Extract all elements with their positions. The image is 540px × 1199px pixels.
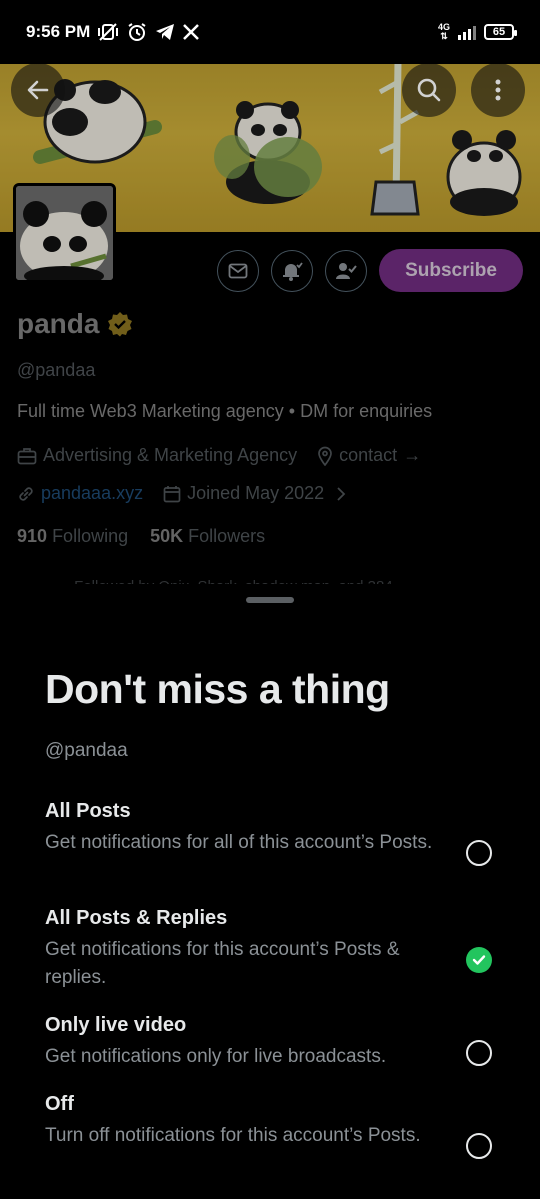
location-pin-icon — [318, 446, 332, 466]
more-vertical-icon — [495, 79, 501, 101]
radio-unchecked[interactable] — [466, 840, 492, 866]
option-all-posts[interactable]: All Posts Get notifications for all of t… — [45, 800, 505, 866]
verified-badge-icon — [108, 312, 133, 337]
profile-page: Subscribe panda @pandaa Full time Web3 M… — [0, 52, 540, 652]
signal-icon — [458, 25, 476, 40]
profile-location: contact — [339, 445, 398, 465]
search-icon — [417, 78, 441, 102]
envelope-icon — [228, 263, 248, 279]
arrow-left-icon — [27, 80, 49, 100]
following-count: 910 — [17, 526, 48, 546]
sheet-title: Don't miss a thing — [45, 666, 390, 712]
bell-check-icon — [283, 262, 303, 281]
option-all-posts-replies[interactable]: All Posts & Replies Get notifications fo… — [45, 907, 505, 992]
profile-handle: @pandaa — [17, 360, 96, 380]
profile-meta-row-1: Advertising & Marketing Agency contact → — [17, 445, 421, 466]
option-description: Get notifications for all of this accoun… — [45, 832, 433, 853]
status-bar-left: 9:56 PM — [26, 22, 200, 42]
option-title: All Posts — [45, 800, 131, 822]
followers-stat[interactable]: 50K Followers — [150, 526, 265, 547]
link-icon — [19, 486, 33, 501]
profile-name-row: panda — [17, 308, 133, 340]
radio-checked[interactable] — [466, 947, 492, 973]
option-description: Get notifications only for live broadcas… — [45, 1046, 387, 1067]
checkmark-icon — [472, 955, 486, 965]
sheet-account-handle: @pandaa — [45, 740, 128, 761]
option-title: Only live video — [45, 1014, 187, 1036]
radio-unchecked[interactable] — [466, 1040, 492, 1066]
profile-joined-date: Joined May 2022 — [187, 483, 325, 503]
vibrate-off-icon — [98, 23, 119, 41]
followers-count: 50K — [150, 526, 184, 546]
battery-level: 65 — [492, 26, 506, 38]
status-bar: 9:56 PM 4G ⇅ 65 — [0, 0, 540, 64]
option-title: Off — [45, 1093, 74, 1115]
profile-location-arrow: → — [403, 445, 422, 465]
follow-stats: 910 Following 50K Followers — [17, 526, 265, 547]
x-logo-icon — [183, 24, 200, 40]
profile-name: panda — [17, 308, 100, 339]
panda-avatar-illustration — [16, 186, 113, 280]
person-check-icon — [336, 263, 357, 279]
network-type: 4G ⇅ — [438, 23, 450, 41]
chevron-right-icon[interactable] — [336, 486, 346, 502]
following-label: Following — [52, 526, 129, 546]
search-button[interactable] — [402, 63, 456, 117]
data-arrows-icon: ⇅ — [440, 31, 448, 41]
following-button[interactable] — [325, 250, 367, 292]
option-only-live-video[interactable]: Only live video Get notifications only f… — [45, 1014, 505, 1071]
avatar[interactable] — [13, 183, 116, 283]
more-options-button[interactable] — [471, 63, 525, 117]
telegram-icon — [156, 24, 175, 40]
calendar-icon — [163, 485, 181, 502]
option-description: Get notifications for this account’s Pos… — [45, 939, 400, 988]
battery-icon: 65 — [484, 24, 517, 40]
option-title: All Posts & Replies — [45, 907, 228, 929]
followers-label: Followers — [188, 526, 266, 546]
status-time: 9:56 PM — [26, 22, 91, 41]
option-off[interactable]: Off Turn off notifications for this acco… — [45, 1093, 505, 1159]
profile-bio: Full time Web3 Marketing agency • DM for… — [17, 401, 433, 421]
back-button[interactable] — [11, 63, 65, 117]
alarm-icon — [128, 23, 146, 41]
subscribe-button[interactable]: Subscribe — [379, 249, 523, 292]
profile-meta-row-2: pandaaa.xyz Joined May 2022 — [17, 483, 346, 504]
profile-website-link[interactable]: pandaaa.xyz — [41, 483, 143, 504]
status-bar-right: 4G ⇅ 65 — [438, 23, 517, 41]
message-button[interactable] — [217, 250, 259, 292]
following-stat[interactable]: 910 Following — [17, 526, 128, 547]
radio-unchecked[interactable] — [466, 1133, 492, 1159]
sheet-drag-handle[interactable] — [246, 597, 294, 603]
briefcase-icon — [17, 447, 37, 464]
option-description: Turn off notifications for this account’… — [45, 1125, 421, 1146]
profile-category: Advertising & Marketing Agency — [43, 445, 298, 465]
notifications-button[interactable] — [271, 250, 313, 292]
notification-settings-sheet: Don't miss a thing @pandaa All Posts Get… — [0, 584, 540, 1199]
